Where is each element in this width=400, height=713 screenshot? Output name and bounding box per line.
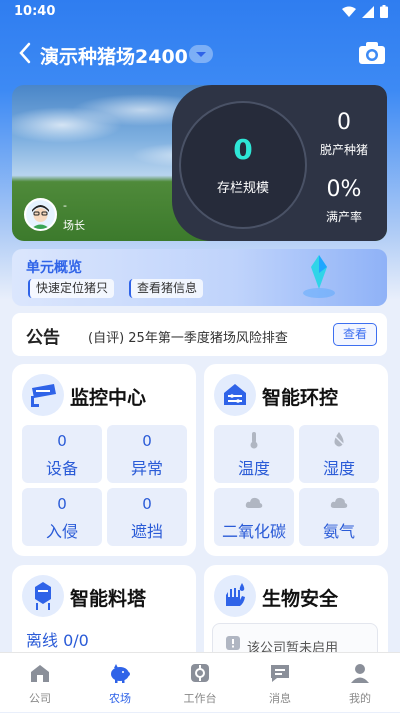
info-shield-icon	[226, 636, 240, 650]
device-label: 设备	[45, 459, 78, 478]
offline-count: 离线 0/0	[26, 631, 89, 650]
announcement-bar: 公告 (自评) 25年第一季度猪场风险排查 查看	[12, 313, 387, 356]
env-title: 智能环控	[262, 387, 339, 409]
occlusion-label: 遮挡	[130, 522, 163, 541]
humidity-tile[interactable]: 湿度	[299, 425, 379, 483]
monitor-title: 监控中心	[70, 387, 147, 409]
env-icon-wrap	[214, 374, 256, 416]
view-pig-info-button[interactable]: 查看猪信息	[129, 279, 204, 298]
culled-value: 0	[337, 110, 351, 135]
house-control-icon	[224, 384, 246, 405]
full-rate-stat: 0% 满产率	[309, 177, 379, 225]
biosecurity-card[interactable]: 生物安全 该公司暂未启用	[204, 565, 388, 665]
culled-label: 脱产种猪	[319, 143, 368, 157]
camera-icon[interactable]	[358, 40, 386, 66]
tab-mine[interactable]: 我的	[320, 653, 400, 713]
humidity-icon	[331, 432, 347, 448]
avatar-icon	[26, 200, 55, 229]
feed-tower-title: 智能料塔	[70, 588, 147, 610]
humidity-label: 湿度	[322, 459, 355, 478]
occlusion-value: 0	[142, 495, 152, 513]
status-time: 10:40	[14, 4, 56, 19]
back-icon[interactable]	[14, 40, 36, 66]
co2-tile[interactable]: 二氧化碳	[214, 488, 294, 546]
manager-name: -	[63, 199, 67, 212]
occlusion-tile[interactable]: 0 遮挡	[107, 488, 187, 546]
cloud-icon	[245, 497, 263, 508]
pig-icon	[111, 664, 130, 683]
map-pin-icon	[303, 255, 335, 298]
status-icons	[342, 5, 388, 18]
caret-down-icon	[196, 52, 206, 57]
culled-stat: 0 脱产种猪	[309, 110, 379, 158]
ammonia-tile[interactable]: 氨气	[299, 488, 379, 546]
unit-overview-card[interactable]: 单元概览 快速定位猪只 查看猪信息	[12, 249, 387, 306]
tab-farm-label: 农场	[109, 692, 131, 705]
abnormal-label: 异常	[130, 459, 163, 478]
temperature-label: 温度	[237, 459, 270, 478]
full-rate-value: 0%	[326, 177, 362, 202]
device-tile[interactable]: 0 设备	[22, 425, 102, 483]
full-rate-label: 满产率	[325, 210, 362, 224]
device-value: 0	[57, 432, 67, 450]
hand-droplet-icon	[226, 583, 245, 606]
manager-role: 场长	[63, 219, 85, 232]
cloud-icon	[330, 497, 348, 508]
co2-label: 二氧化碳	[221, 522, 286, 541]
farm-name[interactable]: 演示种猪场2400	[40, 42, 188, 69]
ammonia-label: 氨气	[322, 522, 355, 541]
battery-icon	[380, 5, 388, 18]
tab-company-label: 公司	[29, 692, 51, 705]
wifi-icon	[342, 6, 356, 17]
feed-tower-icon-wrap	[22, 575, 64, 617]
avatar[interactable]	[24, 198, 57, 231]
announcement-title: 公告	[26, 328, 60, 348]
env-control-card[interactable]: 智能环控 温度 湿度 二氧化碳 氨气	[204, 364, 388, 556]
biosecurity-title: 生物安全	[262, 588, 339, 610]
quick-locate-button[interactable]: 快速定位猪只	[28, 279, 115, 298]
tab-farm[interactable]: 农场	[80, 653, 160, 713]
home-icon	[31, 665, 49, 682]
feed-tower-icon	[35, 582, 51, 610]
message-icon	[271, 665, 289, 682]
tab-company[interactable]: 公司	[0, 653, 80, 713]
view-announcement-button[interactable]: 查看	[333, 323, 377, 346]
page-header: 演示种猪场2400	[0, 34, 400, 74]
tab-workbench-label: 工作台	[183, 692, 217, 705]
temperature-tile[interactable]: 温度	[214, 425, 294, 483]
announcement-text[interactable]: (自评) 25年第一季度猪场风险排查	[88, 327, 288, 346]
tab-messages[interactable]: 消息	[240, 653, 320, 713]
unit-overview-title: 单元概览	[26, 260, 82, 276]
signal-icon	[362, 5, 374, 18]
inventory-ring[interactable]: 0 存栏规模	[179, 101, 307, 229]
inventory-value: 0	[233, 133, 253, 166]
abnormal-value: 0	[142, 432, 152, 450]
intrusion-tile[interactable]: 0 入侵	[22, 488, 102, 546]
thermometer-icon	[250, 432, 258, 449]
tab-messages-label: 消息	[269, 692, 291, 705]
intrusion-label: 入侵	[45, 522, 78, 541]
bottom-tab-bar: 公司 农场 工作台 消息 我的	[0, 652, 400, 712]
status-bar: 10:40	[0, 0, 400, 24]
workbench-icon	[191, 664, 209, 682]
person-icon	[351, 664, 369, 683]
monitor-icon-wrap	[22, 374, 64, 416]
tab-workbench[interactable]: 工作台	[160, 653, 240, 713]
cctv-camera-icon	[31, 384, 56, 407]
feed-tower-card[interactable]: 智能料塔 离线 0/0	[12, 565, 196, 665]
inventory-label: 存栏规模	[216, 181, 269, 196]
biosecurity-icon-wrap	[214, 575, 256, 617]
tab-mine-label: 我的	[349, 692, 371, 705]
abnormal-tile[interactable]: 0 异常	[107, 425, 187, 483]
monitor-center-card[interactable]: 监控中心 0 设备 0 异常 0 入侵 0 遮挡	[12, 364, 196, 556]
intrusion-value: 0	[57, 495, 67, 513]
farm-dropdown-button[interactable]	[189, 45, 213, 63]
